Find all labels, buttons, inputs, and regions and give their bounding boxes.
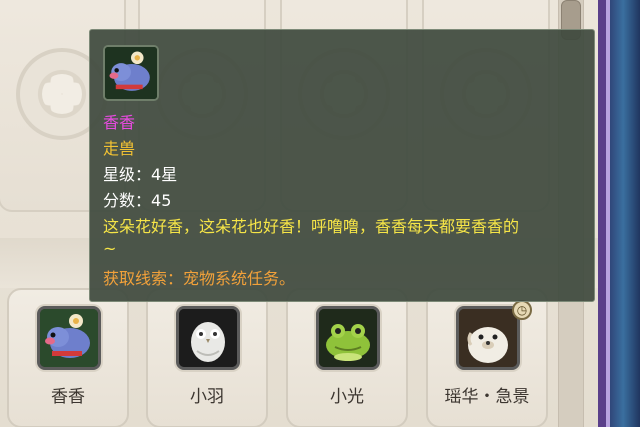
pet-description: 这朵花好香，这朵花也好香！呼噜噜，香香每天都要香香的	[103, 217, 520, 236]
pet-card-name: 香香	[51, 387, 85, 407]
pet-info-tooltip: 香香 走兽 星级：4星 分数：45 这朵花好香，这朵花也好香！呼噜噜，香香每天都…	[89, 29, 595, 302]
pet-card-xiangxiang[interactable]: 香香	[7, 288, 129, 427]
star-level: 星级：4星	[103, 161, 177, 185]
pig-pet-icon	[103, 45, 159, 101]
pet-card-yaohua-jijing[interactable]: ◷ 瑶华・急景	[426, 288, 548, 427]
pet-card-xiaoguang[interactable]: 小光	[286, 288, 408, 427]
pet-name: 香香	[103, 113, 136, 132]
score-label: 分数：	[103, 191, 152, 210]
pet-card-xiaoyu[interactable]: 小羽	[146, 288, 268, 427]
pet-card-name: 瑶华・急景	[444, 387, 530, 407]
pig-pet-icon	[37, 306, 101, 370]
clock-icon: ◷	[512, 300, 532, 320]
star-level-label: 星级：	[103, 165, 152, 184]
acquisition-hint-label: 获取线索：	[103, 269, 184, 288]
pet-card-name: 小羽	[190, 387, 224, 407]
star-level-value: 4星	[151, 165, 178, 184]
frog-pet-icon	[316, 306, 380, 370]
score: 分数：45	[103, 187, 171, 211]
pet-type: 走兽	[103, 139, 136, 158]
pet-description-continued: ~	[103, 239, 117, 258]
seal-pet-icon	[456, 306, 520, 370]
scene-edge	[598, 0, 640, 427]
pet-card-name: 小光	[330, 387, 364, 407]
acquisition-hint: 获取线索：宠物系统任务。	[103, 265, 295, 289]
owl-pet-icon	[176, 306, 240, 370]
acquisition-hint-value: 宠物系统任务。	[183, 269, 296, 288]
score-value: 45	[151, 191, 172, 210]
